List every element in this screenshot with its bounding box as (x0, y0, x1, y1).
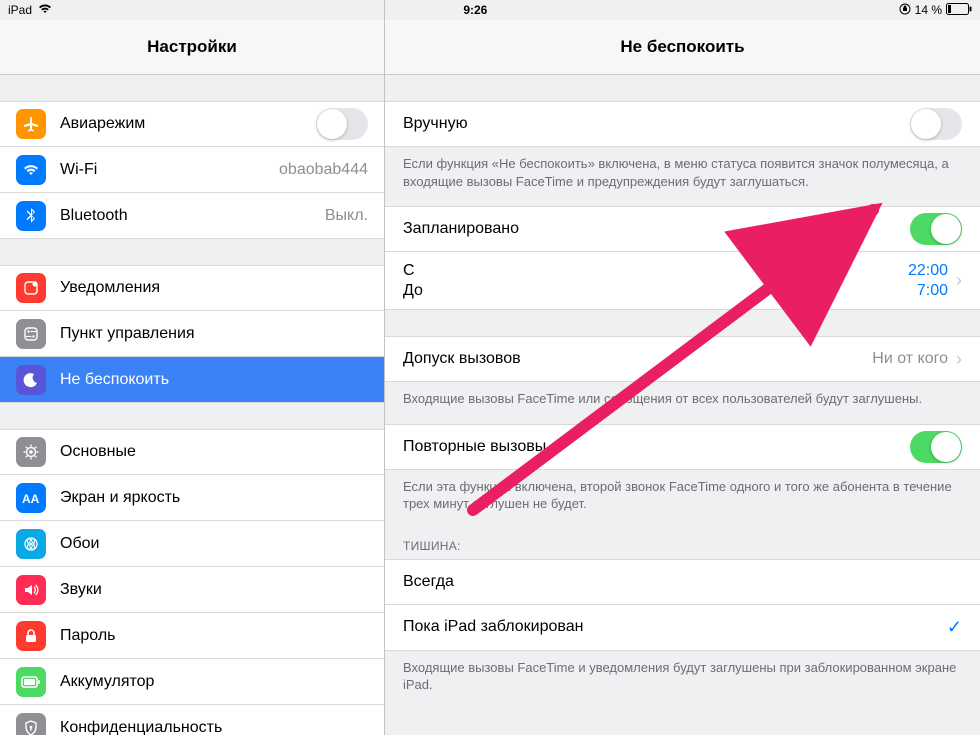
row-label: Всегда (403, 573, 962, 591)
row-manual[interactable]: Вручную (385, 101, 980, 147)
row-schedule-time[interactable]: С До 22:00 7:00 › (385, 252, 980, 310)
svg-text:AA: AA (22, 492, 40, 506)
row-label: Звуки (60, 581, 368, 599)
row-repeat-calls[interactable]: Повторные вызовы (385, 424, 980, 470)
status-time: 9:26 (52, 3, 899, 17)
row-scheduled[interactable]: Запланировано (385, 206, 980, 252)
silence-section-header: ТИШИНА: (385, 519, 980, 559)
orientation-lock-icon (899, 3, 911, 18)
wifi-icon (16, 155, 46, 185)
settings-row-control-center[interactable]: Пункт управления (0, 311, 384, 357)
airplane-icon (16, 109, 46, 139)
settings-row-general[interactable]: Основные (0, 429, 384, 475)
row-allow-calls[interactable]: Допуск вызовов Ни от кого › (385, 336, 980, 382)
settings-list[interactable]: Авиарежим Wi-Fi obaobab444 Bluetooth Вык… (0, 75, 384, 735)
from-label: С (403, 261, 423, 280)
row-label: Пароль (60, 627, 368, 645)
battery-icon (16, 667, 46, 697)
settings-row-display[interactable]: AA Экран и яркость (0, 475, 384, 521)
privacy-icon (16, 713, 46, 735)
passcode-icon (16, 621, 46, 651)
row-label: Не беспокоить (60, 371, 368, 389)
chevron-right-icon: › (956, 349, 962, 370)
row-silence-locked[interactable]: Пока iPad заблокирован ✓ (385, 605, 980, 651)
battery-percentage: 14 % (915, 3, 942, 17)
bluetooth-icon (16, 201, 46, 231)
detail-title: Не беспокоить (385, 20, 980, 75)
repeat-toggle[interactable] (910, 431, 962, 463)
wallpaper-icon (16, 529, 46, 559)
wifi-indicator-icon (38, 3, 52, 17)
allow-calls-footer: Входящие вызовы FaceTime или сообщения о… (385, 382, 980, 414)
row-label: Экран и яркость (60, 489, 368, 507)
row-label: Авиарежим (60, 115, 316, 133)
settings-title: Настройки (0, 20, 384, 75)
row-label: Запланировано (403, 220, 910, 238)
row-label: Bluetooth (60, 207, 325, 225)
checkmark-icon: ✓ (947, 617, 962, 638)
repeat-footer: Если эта функция включена, второй звонок… (385, 470, 980, 519)
chevron-right-icon: › (956, 270, 962, 291)
settings-row-bluetooth[interactable]: Bluetooth Выкл. (0, 193, 384, 239)
row-label: Основные (60, 443, 368, 461)
row-value: Ни от кого (872, 350, 948, 368)
manual-toggle[interactable] (910, 108, 962, 140)
row-label: Допуск вызовов (403, 350, 872, 368)
settings-row-battery[interactable]: Аккумулятор (0, 659, 384, 705)
scheduled-toggle[interactable] (910, 213, 962, 245)
row-label: Пункт управления (60, 325, 368, 343)
settings-row-dnd[interactable]: Не беспокоить (0, 357, 384, 403)
control-center-icon (16, 319, 46, 349)
notifications-icon (16, 273, 46, 303)
settings-row-wifi[interactable]: Wi-Fi obaobab444 (0, 147, 384, 193)
row-label: Обои (60, 535, 368, 553)
settings-row-privacy[interactable]: Конфиденциальность (0, 705, 384, 735)
row-value: Выкл. (325, 207, 368, 225)
settings-row-sounds[interactable]: Звуки (0, 567, 384, 613)
manual-footer: Если функция «Не беспокоить» включена, в… (385, 147, 980, 196)
to-time: 7:00 (908, 281, 948, 300)
row-label: Уведомления (60, 279, 368, 297)
settings-row-wallpaper[interactable]: Обои (0, 521, 384, 567)
row-label: Вручную (403, 115, 910, 133)
row-value: obaobab444 (279, 161, 368, 179)
row-label: Аккумулятор (60, 673, 368, 691)
silence-footer: Входящие вызовы FaceTime и уведомления б… (385, 651, 980, 700)
row-label: Wi-Fi (60, 161, 279, 179)
row-label: Конфиденциальность (60, 719, 368, 735)
settings-row-notifications[interactable]: Уведомления (0, 265, 384, 311)
dnd-icon (16, 365, 46, 395)
from-time: 22:00 (908, 261, 948, 280)
to-label: До (403, 281, 423, 300)
row-label: Повторные вызовы (403, 438, 910, 456)
row-label: Пока iPad заблокирован (403, 618, 947, 636)
device-name: iPad (8, 3, 32, 17)
airplane-toggle[interactable] (316, 108, 368, 140)
battery-icon (946, 3, 972, 18)
status-bar: iPad 9:26 14 % (0, 0, 980, 20)
settings-row-passcode[interactable]: Пароль (0, 613, 384, 659)
settings-row-airplane[interactable]: Авиарежим (0, 101, 384, 147)
display-icon: AA (16, 483, 46, 513)
general-icon (16, 437, 46, 467)
detail-list[interactable]: Вручную Если функция «Не беспокоить» вкл… (385, 75, 980, 735)
sounds-icon (16, 575, 46, 605)
row-silence-always[interactable]: Всегда (385, 559, 980, 605)
